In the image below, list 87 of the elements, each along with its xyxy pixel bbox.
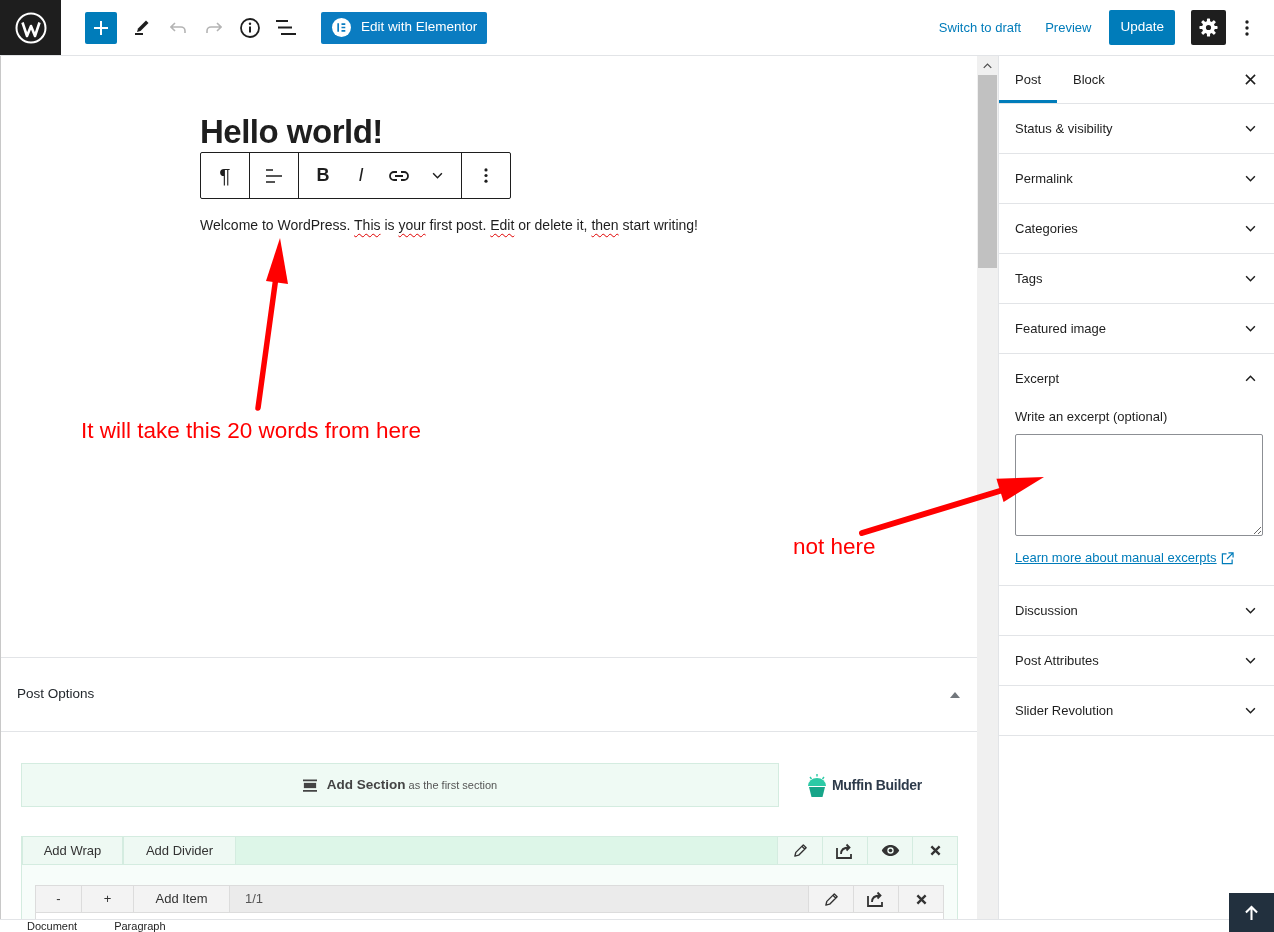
wrap-action-button[interactable]: Add Divider: [123, 837, 236, 864]
breadcrumb-link[interactable]: Paragraph: [114, 920, 166, 932]
chevron-down-icon: [1245, 125, 1256, 132]
item-count: 1/1: [245, 890, 264, 909]
panel-header[interactable]: Slider Revolution: [999, 686, 1274, 735]
chevron-down-icon: [1245, 707, 1256, 714]
kebab-icon: [1245, 19, 1249, 36]
chevron-down-icon: [1245, 175, 1256, 182]
panel-header[interactable]: Excerpt: [999, 354, 1274, 403]
panel-header[interactable]: Discussion: [999, 586, 1274, 635]
e-logo-icon: [332, 18, 351, 37]
arrow-up-icon: [1245, 905, 1258, 920]
toggle-panel-button[interactable]: [950, 691, 960, 698]
chevron-down-icon: [1245, 325, 1256, 332]
eye-icon: [880, 845, 900, 856]
delete-button[interactable]: [912, 837, 957, 864]
triangle-up-icon: [950, 691, 960, 698]
settings-icon: [1199, 18, 1218, 37]
edit-button[interactable]: [777, 837, 822, 864]
export-button[interactable]: [853, 886, 898, 912]
edit-button[interactable]: [808, 886, 853, 912]
export-icon: [836, 842, 854, 859]
panel-header[interactable]: Featured image: [999, 304, 1274, 353]
view-button[interactable]: [867, 837, 912, 864]
close-icon: [915, 893, 927, 905]
excerpt-field[interactable]: [1015, 434, 1263, 536]
paragraph-text[interactable]: Welcome to WordPress. This is your first post. Edit or delete it, then start writing!: [200, 215, 698, 235]
logo-icon: [14, 11, 47, 44]
panel-header[interactable]: Categories: [999, 204, 1274, 253]
export-icon: [867, 891, 885, 907]
chevron-down-icon: [1245, 275, 1256, 282]
learn-more-link[interactable]: Learn more about manual excerpts: [1015, 550, 1234, 566]
chevron-up-icon: [983, 62, 992, 69]
breadcrumb-link[interactable]: Document: [27, 920, 78, 932]
panel-header[interactable]: Post Attributes: [999, 636, 1274, 685]
list-icon: [276, 20, 296, 35]
update-button[interactable]: Update: [1109, 10, 1175, 45]
italic-button[interactable]: I: [343, 157, 379, 194]
chevron-up-icon: [1245, 375, 1256, 382]
pencil-icon: [823, 891, 839, 907]
chevron-down-icon: [431, 172, 443, 179]
link-icon: [389, 170, 409, 181]
remove-button[interactable]: -: [36, 886, 82, 912]
undo-icon: [170, 21, 186, 34]
header-link[interactable]: Switch to draft: [938, 9, 1022, 46]
add-block-button[interactable]: [85, 11, 117, 44]
pencil-icon: [792, 843, 808, 858]
external-link-icon: [1220, 551, 1234, 565]
sidebar-tab[interactable]: Block: [1057, 56, 1121, 103]
add-button[interactable]: +: [82, 886, 134, 912]
scroll-to-top-button[interactable]: [1229, 893, 1274, 932]
plus-icon: [94, 20, 108, 35]
annotation-text: not here: [793, 533, 876, 561]
post-title[interactable]: Hello world!: [200, 112, 383, 152]
annotation-text: It will take this 20 words from here: [81, 417, 422, 445]
brand-name: Muffin Builder: [832, 775, 922, 795]
panel-header[interactable]: Status & visibility: [999, 104, 1274, 153]
delete-button[interactable]: [898, 886, 943, 912]
add-item-button[interactable]: Add Item: [134, 886, 230, 912]
elementor-button[interactable]: Edit with Elementor: [321, 11, 487, 44]
redo-icon: [206, 21, 222, 34]
chevron-down-icon: [1245, 607, 1256, 614]
excerpt-label: Write an excerpt (optional): [1015, 409, 1168, 425]
section-icon: [302, 778, 317, 792]
paragraph-button[interactable]: ¶: [207, 157, 243, 194]
panel-title: Post Options: [17, 685, 95, 704]
cupcake-icon: [807, 772, 827, 798]
scrollbar-thumb[interactable]: [978, 75, 997, 268]
chevron-down-icon: [1245, 657, 1256, 664]
logo-button[interactable]: [0, 0, 61, 55]
add-section-button[interactable]: Add Section as the first section: [21, 763, 779, 807]
header-link[interactable]: Preview: [1045, 9, 1092, 46]
align-left-icon: [266, 168, 282, 183]
pencil-icon: [135, 20, 149, 35]
close-icon: [1244, 74, 1256, 85]
add-wrap-button[interactable]: Add Wrap: [22, 837, 123, 864]
export-button[interactable]: [822, 837, 867, 864]
panel-header[interactable]: Permalink: [999, 154, 1274, 203]
chevron-down-icon: [1245, 225, 1256, 232]
panel-header[interactable]: Tags: [999, 254, 1274, 303]
settings-button[interactable]: [1191, 10, 1226, 45]
bold-button[interactable]: B: [305, 157, 341, 194]
kebab-icon: [484, 168, 488, 183]
sidebar-tab[interactable]: Post: [999, 56, 1057, 103]
scrollbar[interactable]: [977, 56, 998, 919]
info-icon: [240, 17, 260, 38]
close-icon: [929, 845, 941, 856]
